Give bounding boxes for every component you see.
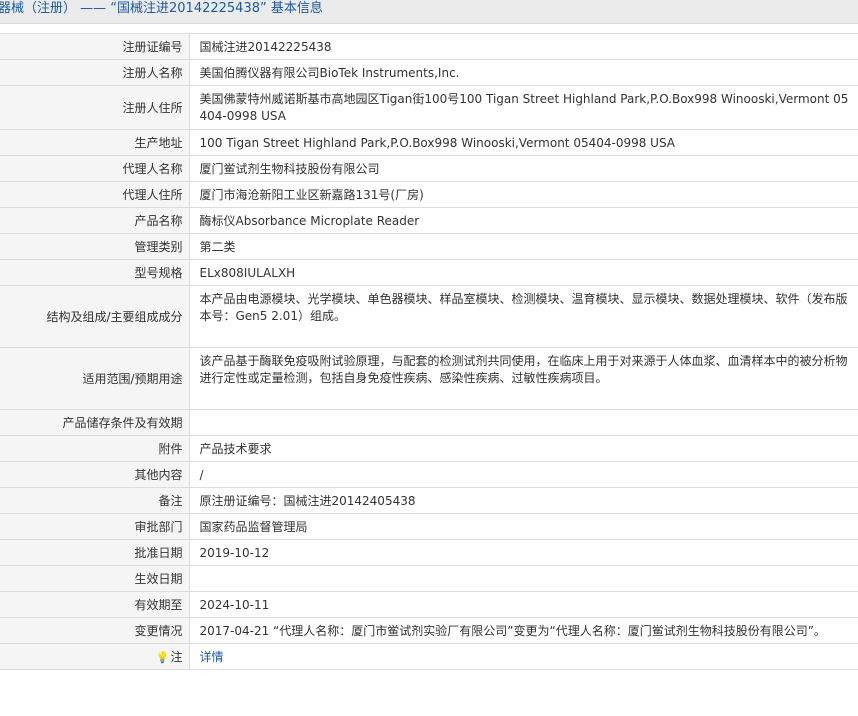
- row-value: 美国佛蒙特州威诺斯基市高地园区Tigan街100号100 Tigan Stree…: [189, 85, 858, 130]
- lightbulb-icon: 💡: [155, 651, 170, 664]
- table-row: 代理人名称 厦门鲎试剂生物科技股份有限公司: [0, 155, 858, 182]
- table-row: 备注 原注册证编号：国械注进20142405438: [0, 487, 858, 514]
- note-label-cell: 💡注: [0, 643, 190, 670]
- row-value: 厦门市海沧新阳工业区新嘉路131号(厂房): [189, 181, 858, 208]
- row-value: 厦门鲎试剂生物科技股份有限公司: [189, 155, 858, 182]
- row-label: 管理类别: [0, 233, 190, 260]
- row-label: 注册人住所: [0, 85, 190, 130]
- row-label: 批准日期: [0, 539, 190, 566]
- row-value: 本产品由电源模块、光学模块、单色器模块、样品室模块、检测模块、温育模块、显示模块…: [189, 285, 858, 348]
- detail-table: 注册证编号 国械注进20142225438 注册人名称 美国伯腾仪器有限公司Bi…: [0, 33, 858, 670]
- row-label: 注册证编号: [0, 33, 190, 60]
- note-value-cell: 详情: [189, 643, 858, 670]
- row-label: 备注: [0, 487, 190, 514]
- row-value: 产品技术要求: [189, 435, 858, 462]
- table-row: 代理人住所 厦门市海沧新阳工业区新嘉路131号(厂房): [0, 181, 858, 208]
- row-label: 有效期至: [0, 591, 190, 618]
- table-row: 生产地址 100 Tigan Street Highland Park,P.O.…: [0, 129, 858, 156]
- row-label: 适用范围/预期用途: [0, 347, 190, 410]
- row-label: 代理人名称: [0, 155, 190, 182]
- row-value: 国械注进20142225438: [189, 33, 858, 60]
- row-value: 国家药品监督管理局: [189, 513, 858, 540]
- row-value: [189, 409, 858, 436]
- page-title-bar: 器械（注册） —— “国械注进20142225438” 基本信息: [0, 0, 858, 24]
- row-label: 注册人名称: [0, 59, 190, 86]
- row-value: /: [189, 461, 858, 488]
- row-value: 美国伯腾仪器有限公司BioTek Instruments,Inc.: [189, 59, 858, 86]
- row-value: 酶标仪Absorbance Microplate Reader: [189, 207, 858, 234]
- table-row: 注册证编号 国械注进20142225438: [0, 33, 858, 60]
- row-value: ELx808IULALXH: [189, 259, 858, 286]
- row-value: [189, 565, 858, 592]
- row-value: 原注册证编号：国械注进20142405438: [189, 487, 858, 514]
- row-label: 其他内容: [0, 461, 190, 488]
- row-label: 变更情况: [0, 617, 190, 644]
- row-label: 代理人住所: [0, 181, 190, 208]
- row-label: 审批部门: [0, 513, 190, 540]
- table-row: 批准日期 2019-10-12: [0, 539, 858, 566]
- note-row: 💡注 详情: [0, 643, 858, 670]
- table-row: 产品名称 酶标仪Absorbance Microplate Reader: [0, 207, 858, 234]
- table-row: 产品储存条件及有效期: [0, 409, 858, 436]
- row-label: 生效日期: [0, 565, 190, 592]
- table-row: 结构及组成/主要组成成分 本产品由电源模块、光学模块、单色器模块、样品室模块、检…: [0, 285, 858, 348]
- table-row: 生效日期: [0, 565, 858, 592]
- row-value: 2017-04-21 “代理人名称：厦门市鲎试剂实验厂有限公司”变更为“代理人名…: [189, 617, 858, 644]
- row-value: 该产品基于酶联免疫吸附试验原理，与配套的检测试剂共同使用，在临床上用于对来源于人…: [189, 347, 858, 410]
- row-value: 2024-10-11: [189, 591, 858, 618]
- row-label: 附件: [0, 435, 190, 462]
- row-value: 2019-10-12: [189, 539, 858, 566]
- table-row: 注册人名称 美国伯腾仪器有限公司BioTek Instruments,Inc.: [0, 59, 858, 86]
- details-link[interactable]: 详情: [200, 650, 224, 664]
- row-label: 产品储存条件及有效期: [0, 409, 190, 436]
- row-label: 产品名称: [0, 207, 190, 234]
- row-label: 型号规格: [0, 259, 190, 286]
- note-label: 注: [170, 650, 183, 664]
- table-row: 适用范围/预期用途 该产品基于酶联免疫吸附试验原理，与配套的检测试剂共同使用，在…: [0, 347, 858, 410]
- row-label: 结构及组成/主要组成成分: [0, 285, 190, 348]
- table-row: 审批部门 国家药品监督管理局: [0, 513, 858, 540]
- table-row: 其他内容 /: [0, 461, 858, 488]
- table-row: 注册人住所 美国佛蒙特州威诺斯基市高地园区Tigan街100号100 Tigan…: [0, 85, 858, 130]
- row-label: 生产地址: [0, 129, 190, 156]
- page-title: 器械（注册） —— “国械注进20142225438” 基本信息: [0, 1, 323, 16]
- table-row: 附件 产品技术要求: [0, 435, 858, 462]
- table-row: 变更情况 2017-04-21 “代理人名称：厦门市鲎试剂实验厂有限公司”变更为…: [0, 617, 858, 644]
- table-row: 型号规格 ELx808IULALXH: [0, 259, 858, 286]
- row-value: 第二类: [189, 233, 858, 260]
- row-value: 100 Tigan Street Highland Park,P.O.Box99…: [189, 129, 858, 156]
- table-row: 有效期至 2024-10-11: [0, 591, 858, 618]
- table-row: 管理类别 第二类: [0, 233, 858, 260]
